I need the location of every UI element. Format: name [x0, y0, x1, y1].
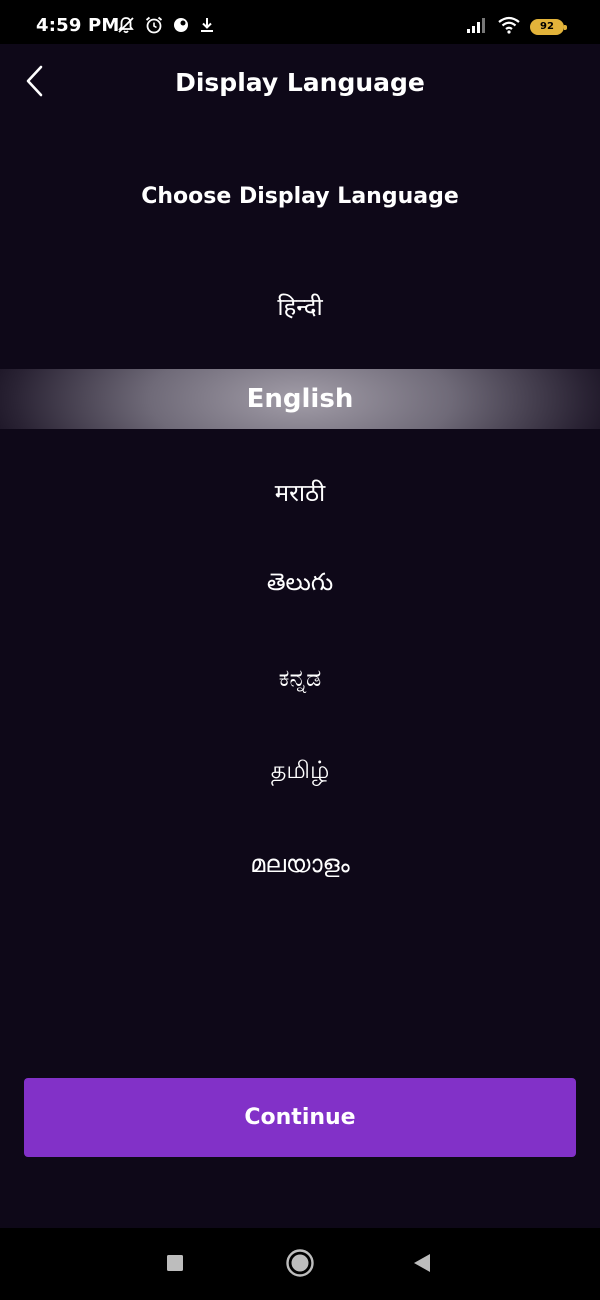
back-triangle-icon [411, 1252, 433, 1278]
home-circle-icon [285, 1248, 315, 1282]
alarm-clock-icon [144, 15, 164, 39]
bell-off-icon [116, 15, 136, 39]
language-list: हिन्दी English मराठी తెలుగు ಕನ್ನಡ தமிழ் … [0, 276, 600, 927]
language-option-kannada[interactable]: ಕನ್ನಡ [0, 648, 600, 708]
nav-back-button[interactable] [405, 1248, 439, 1282]
download-icon [198, 16, 216, 38]
language-option-tamil[interactable]: தமிழ் [0, 741, 600, 801]
language-option-english[interactable]: English [0, 369, 600, 429]
recents-button[interactable] [158, 1248, 192, 1282]
recents-square-icon [165, 1253, 185, 1277]
choose-language-subtitle: Choose Display Language [141, 184, 459, 209]
battery-level: 92 [540, 21, 554, 32]
continue-button[interactable]: Continue [24, 1078, 576, 1157]
language-option-marathi[interactable]: मराठी [0, 462, 600, 522]
home-button[interactable] [283, 1248, 317, 1282]
status-left-icons [116, 16, 216, 38]
page-title: Display Language [175, 68, 425, 97]
language-option-telugu[interactable]: తెలుగు [0, 555, 600, 615]
language-option-hindi[interactable]: हिन्दी [0, 276, 600, 336]
language-option-malayalam[interactable]: മലയാളം [0, 834, 600, 894]
battery-icon: 92 [530, 19, 567, 35]
battery-tip [564, 25, 567, 30]
status-bar: 4:59 PM 92 [0, 0, 600, 44]
app-notification-icon [172, 16, 190, 38]
wifi-icon [497, 16, 521, 38]
system-nav-bar [0, 1228, 600, 1300]
screen: 4:59 PM 92 Display Language Choose Displ… [0, 0, 600, 1300]
cellular-signal-icon [466, 16, 488, 38]
header: Display Language [0, 44, 600, 122]
status-time: 4:59 PM [36, 15, 120, 36]
status-right-icons: 92 [466, 16, 567, 38]
